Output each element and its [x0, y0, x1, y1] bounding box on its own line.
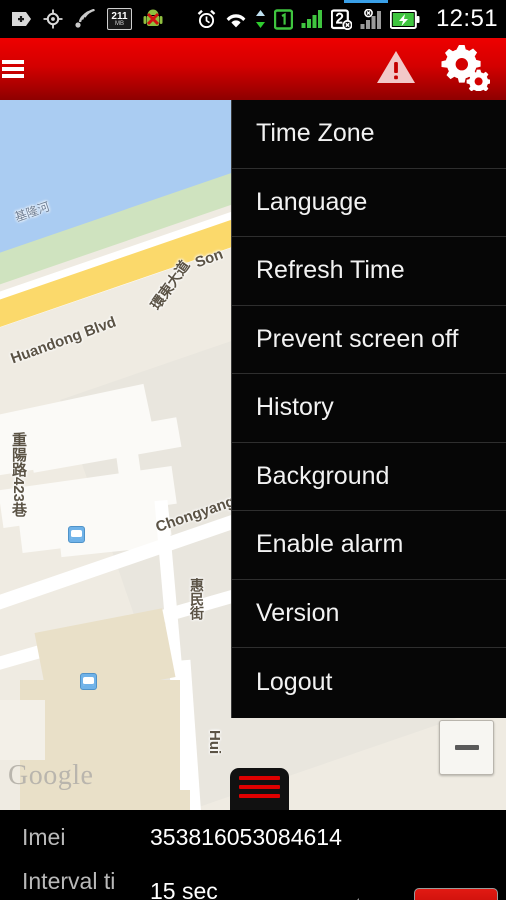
hamburger-bar	[2, 60, 24, 64]
data-transfer-icon	[255, 10, 265, 28]
android-blocked-icon	[143, 9, 163, 26]
menu-item-logout[interactable]: Logout	[232, 648, 506, 717]
alarm-clock-icon	[197, 9, 216, 28]
bottom-drawer-handle[interactable]	[230, 768, 289, 810]
battery-charging-icon	[389, 9, 420, 29]
gear-icon[interactable]	[430, 37, 502, 102]
status-bar: 211 MB 12:51	[0, 0, 506, 38]
imei-label: Imei	[22, 824, 66, 850]
signal-bars-1-icon	[301, 10, 322, 28]
map-park-area	[160, 790, 190, 810]
handle-bar	[239, 794, 280, 798]
map-label-hui: Hui	[206, 730, 223, 755]
hamburger-bar	[2, 74, 24, 78]
map-label-chongyang-lane: 重陽路423巷	[10, 432, 27, 518]
data-usage-unit: MB	[115, 20, 124, 27]
interval-label: Interval ti	[22, 868, 116, 894]
wifi-icon	[226, 14, 246, 28]
notification-indicator	[344, 0, 388, 3]
menu-item-version[interactable]: Version	[232, 580, 506, 648]
status-bar-clock: 12:51	[435, 5, 498, 32]
gps-location-icon	[43, 9, 63, 29]
sim1-icon	[273, 8, 293, 30]
menu-item-language[interactable]: Language	[232, 169, 506, 237]
google-watermark: Google	[8, 760, 94, 791]
data-usage-icon: 211 MB	[107, 8, 132, 30]
menu-item-prevent-screen-off[interactable]: Prevent screen off	[232, 306, 506, 374]
app-screen: 211 MB 12:51 基隆河 Huandong Blvd 環東大道 Son …	[0, 0, 506, 900]
menu-item-background[interactable]: Background	[232, 443, 506, 511]
status-bar-right-icons: 12:51	[196, 5, 500, 33]
handle-bar	[239, 785, 280, 789]
menu-item-time-zone[interactable]: Time Zone	[232, 100, 506, 169]
map-label-huimin-st: 惠民街	[189, 578, 205, 620]
add-plus-icon	[12, 12, 31, 26]
menu-item-enable-alarm[interactable]: Enable alarm	[232, 511, 506, 580]
handle-bar	[239, 776, 280, 780]
hamburger-bar	[2, 67, 24, 71]
data-sync-icon	[75, 9, 95, 28]
map-building	[0, 700, 45, 760]
imei-value: 353816053084614	[150, 824, 342, 850]
setting-button[interactable]: setting	[414, 888, 498, 900]
bus-stop-icon[interactable]	[80, 673, 97, 690]
menu-item-refresh-time[interactable]: Refresh Time	[232, 237, 506, 306]
warning-icon[interactable]	[362, 43, 430, 96]
action-bar	[0, 38, 506, 100]
menu-drawer-icon[interactable]	[0, 47, 36, 91]
signal-bars-2-off-icon	[360, 8, 381, 29]
menu-item-history[interactable]: History	[232, 374, 506, 443]
interval-row: Interval ti 15 sec setting	[0, 868, 506, 900]
settings-menu-panel: Time Zone Language Refresh Time Prevent …	[231, 100, 506, 718]
bus-stop-icon[interactable]	[68, 526, 85, 543]
zoom-out-button[interactable]	[439, 720, 494, 775]
imei-row: Imei 353816053084614	[0, 824, 506, 868]
minus-icon	[454, 745, 479, 750]
bottom-info-panel: Imei 353816053084614 Interval ti 15 sec …	[0, 810, 506, 900]
sim2-off-icon	[330, 8, 352, 30]
interval-value[interactable]: 15 sec	[150, 868, 218, 900]
status-bar-left-icons: 211 MB	[10, 8, 163, 30]
